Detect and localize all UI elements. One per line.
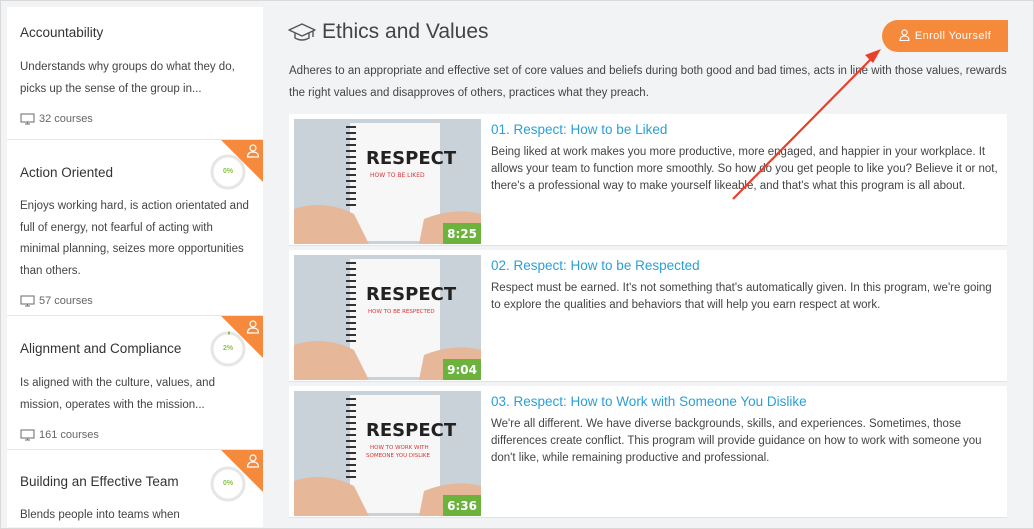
sidebar-item-desc: Is aligned with the culture, values, and… [20, 377, 215, 411]
course-card[interactable]: RESPECT HOW TO BE LIKED 8:25 01. Respect… [289, 114, 1007, 246]
enrolled-ribbon [221, 140, 263, 182]
thumb-subtitle: HOW TO BE RESPECTED [368, 309, 435, 315]
course-count-label: 32 courses [39, 113, 93, 125]
enrolled-ribbon [221, 316, 263, 358]
monitor-icon [20, 295, 35, 307]
course-title-link[interactable]: 03. Respect: How to Work with Someone Yo… [491, 394, 807, 409]
sidebar-item-count: 161 courses [20, 429, 99, 441]
course-title-link[interactable]: 01. Respect: How to be Liked [491, 122, 667, 137]
graduation-cap-icon [288, 22, 316, 42]
sidebar-item-action-oriented[interactable]: Action Oriented 0% Enjoys working hard, … [7, 140, 263, 316]
thumb-title: RESPECT [366, 284, 457, 305]
course-count-label: 161 courses [39, 429, 99, 441]
user-icon [899, 28, 910, 44]
app-frame: Accountability Understands why groups do… [0, 0, 1034, 529]
sidebar-item-desc: Understands why groups do what they do, … [20, 61, 235, 95]
duration-badge: 6:36 [443, 495, 481, 516]
enrolled-ribbon [221, 450, 263, 492]
course-card[interactable]: RESPECT HOW TO WORK WITH SOMEONE YOU DIS… [289, 386, 1007, 518]
sidebar-item-accountability[interactable]: Accountability Understands why groups do… [7, 7, 263, 140]
sidebar-item-title: Accountability [20, 25, 104, 40]
competency-description: Adheres to an appropriate and effective … [289, 65, 1007, 99]
monitor-icon [20, 429, 35, 441]
course-description: We're all different. We have diverse bac… [491, 418, 982, 464]
course-description: Respect must be earned. It's not somethi… [491, 282, 992, 311]
course-title-link[interactable]: 02. Respect: How to be Respected [491, 258, 700, 273]
sidebar-item-desc: Enjoys working hard, is action orientate… [20, 200, 249, 277]
monitor-icon [20, 113, 35, 125]
thumb-subtitle: HOW TO WORK WITH [370, 445, 429, 451]
sidebar-item-desc: Blends people into teams when [20, 509, 180, 521]
competency-sidebar: Accountability Understands why groups do… [7, 7, 263, 527]
course-thumbnail[interactable]: RESPECT HOW TO WORK WITH SOMEONE YOU DIS… [294, 391, 481, 516]
duration-badge: 8:25 [443, 223, 481, 244]
course-card[interactable]: RESPECT HOW TO BE RESPECTED 9:04 02. Res… [289, 250, 1007, 382]
course-thumbnail[interactable]: RESPECT HOW TO BE LIKED 8:25 [294, 119, 481, 244]
sidebar-item-building-effective-team[interactable]: Building an Effective Team 0% Blends peo… [7, 450, 263, 527]
thumb-title: RESPECT [366, 148, 457, 169]
page-title: Ethics and Values [288, 20, 489, 44]
duration-badge: 9:04 [443, 359, 481, 380]
sidebar-item-count: 32 courses [20, 113, 93, 125]
course-thumbnail[interactable]: RESPECT HOW TO BE RESPECTED 9:04 [294, 255, 481, 380]
thumb-title: RESPECT [366, 420, 457, 441]
page-title-text: Ethics and Values [322, 20, 489, 43]
thumb-subtitle: HOW TO BE LIKED [370, 172, 425, 179]
thumb-subtitle-2: SOMEONE YOU DISLIKE [366, 453, 431, 459]
sidebar-item-count: 57 courses [20, 295, 93, 307]
sidebar-item-title: Alignment and Compliance [20, 341, 182, 356]
sidebar-item-title: Action Oriented [20, 165, 114, 180]
course-description: Being liked at work makes you more produ… [491, 146, 998, 192]
enroll-yourself-button[interactable]: Enroll Yourself [882, 20, 1008, 52]
enroll-button-label: Enroll Yourself [914, 30, 992, 42]
course-count-label: 57 courses [39, 295, 93, 307]
sidebar-item-alignment-compliance[interactable]: Alignment and Compliance 2% Is aligned w… [7, 316, 263, 450]
sidebar-item-title: Building an Effective Team [20, 474, 179, 489]
